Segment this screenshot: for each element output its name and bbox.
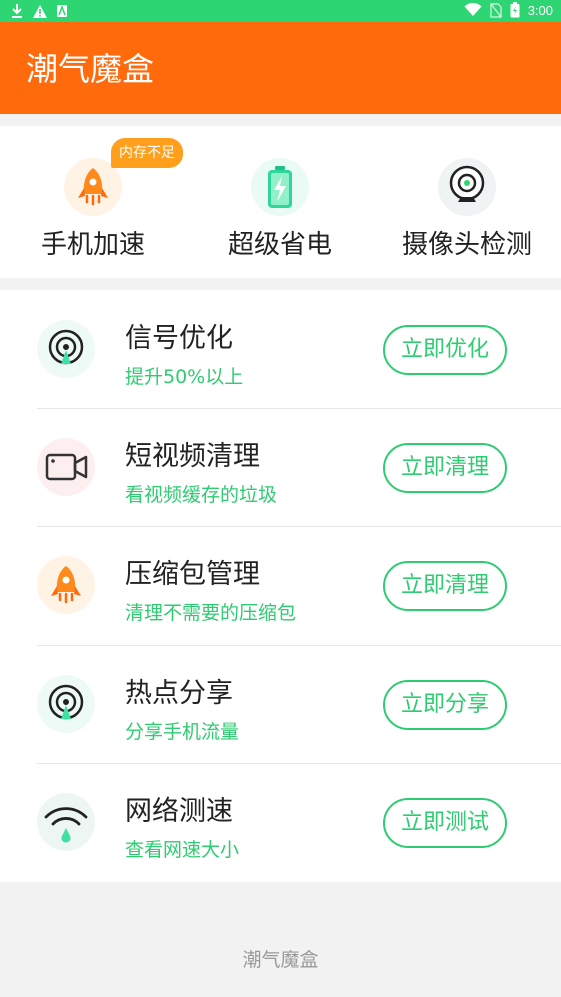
list-item-speed-test: 网络测速 查看网速大小 立即测试 [0, 763, 561, 881]
list-item-title: 信号优化 [125, 323, 233, 354]
list-item-subtitle: 查看网速大小 [125, 839, 240, 861]
status-time: 3:00 [527, 2, 553, 18]
list-item-subtitle: 看视频缓存的垃圾 [125, 484, 278, 506]
wifi-icon [37, 793, 95, 851]
no-sim-icon [490, 2, 502, 18]
list-item-subtitle: 分享手机流量 [125, 721, 240, 743]
optimize-now-button[interactable]: 立即优化 [383, 325, 507, 375]
list-item-hotspot: 热点分享 分享手机流量 立即分享 [0, 645, 561, 763]
video-icon [37, 438, 95, 496]
rocket-icon [37, 556, 95, 614]
download-icon [12, 4, 22, 18]
memory-low-badge: 内存不足 [111, 138, 183, 168]
list-item-subtitle: 提升50%以上 [125, 366, 244, 388]
list-item-subtitle: 清理不需要的压缩包 [125, 602, 297, 624]
list-item-signal: 信号优化 提升50%以上 立即优化 [0, 290, 561, 408]
battery-status-icon [510, 2, 520, 18]
app-notification-icon [57, 4, 67, 17]
app-bar: 潮气魔盒 [0, 22, 561, 114]
list-item-title: 短视频清理 [125, 441, 260, 472]
warning-icon [33, 4, 47, 18]
footer-app-name: 潮气魔盒 [242, 949, 319, 971]
list-item-title: 热点分享 [125, 678, 233, 709]
list-item-archive: 压缩包管理 清理不需要的压缩包 立即清理 [0, 526, 561, 644]
quick-action-label: 手机加速 [40, 230, 145, 260]
quick-action-label: 摄像头检测 [401, 230, 532, 260]
list-item-title: 网络测速 [125, 796, 233, 827]
clean-now-button[interactable]: 立即清理 [383, 443, 507, 493]
clean-now-button[interactable]: 立即清理 [383, 561, 507, 611]
share-now-button[interactable]: 立即分享 [383, 680, 507, 730]
status-left [10, 3, 68, 19]
quick-action-camera-detect[interactable]: 摄像头检测 [382, 126, 552, 278]
hotspot-icon [37, 675, 95, 733]
quick-actions-card: 手机加速 超级省电 摄像头检测 [0, 126, 561, 278]
quick-action-power-save[interactable]: 超级省电 [195, 126, 365, 278]
list-item-short-video: 短视频清理 看视频缓存的垃圾 立即清理 [0, 408, 561, 526]
signal-icon [37, 320, 95, 378]
test-now-button[interactable]: 立即测试 [383, 798, 507, 848]
list-item-title: 压缩包管理 [125, 559, 260, 590]
battery-icon [251, 158, 309, 216]
camera-icon [438, 158, 496, 216]
wifi-signal-icon [464, 3, 482, 16]
quick-action-label: 超级省电 [227, 230, 332, 260]
status-right: 3:00 [464, 2, 553, 18]
feature-list: 信号优化 提升50%以上 立即优化 短视频清理 看视频缓存的垃圾 立即清理 压缩… [0, 290, 561, 882]
app-title: 潮气魔盒 [26, 50, 155, 88]
status-bar: 3:00 [0, 0, 561, 22]
